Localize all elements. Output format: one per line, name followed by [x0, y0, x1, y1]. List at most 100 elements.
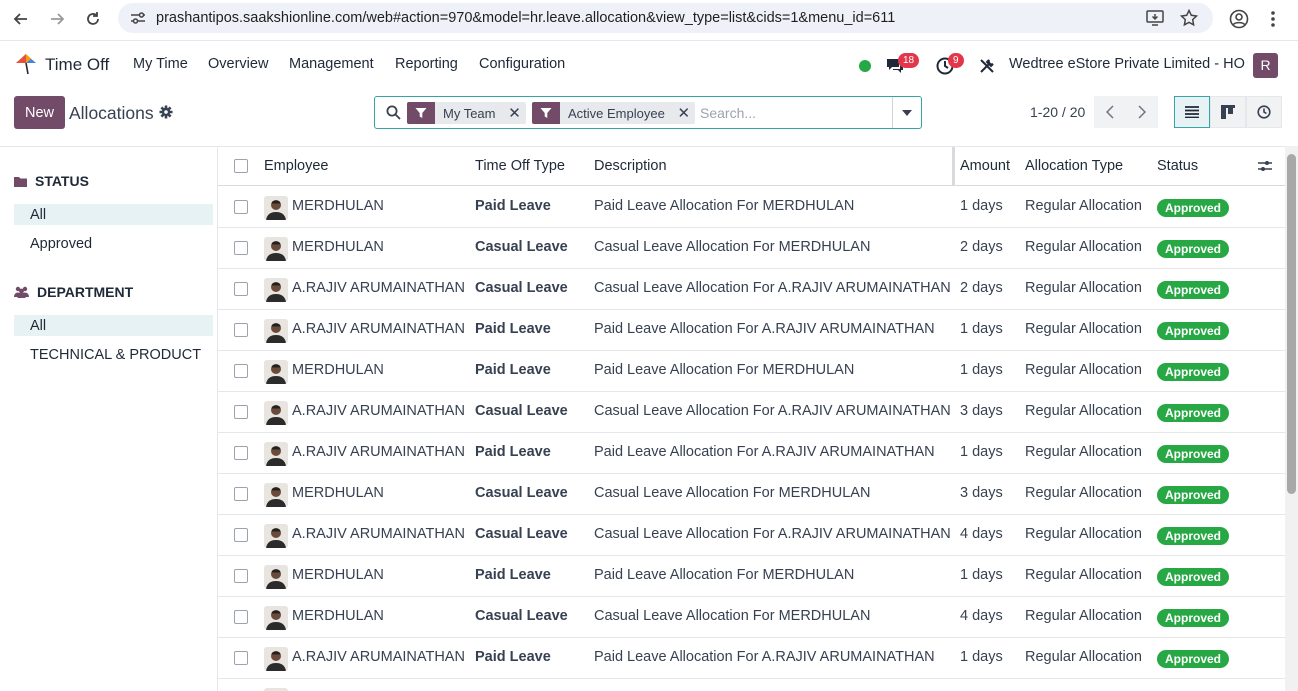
- forward-arrow-icon[interactable]: [45, 7, 69, 31]
- column-resize-handle[interactable]: [952, 147, 955, 186]
- user-avatar[interactable]: R: [1253, 53, 1278, 78]
- table-row[interactable]: MERDHULAN Casual Leave Casual Leave Alloca…: [218, 597, 1285, 638]
- menu-management[interactable]: Management: [289, 56, 374, 72]
- employee-avatar: [264, 442, 288, 466]
- cell-description: Paid Leave Allocation For A.RAJIV ARUMAI…: [594, 321, 935, 337]
- table-row[interactable]: A.RAJIV ARUMAINATHAN Casual Leave Casual L…: [218, 515, 1285, 556]
- browser-menu-icon[interactable]: [1270, 10, 1276, 31]
- status-filter-all[interactable]: All: [14, 204, 213, 225]
- table-row[interactable]: MERDHULAN Casual Leave Casual Leave Alloca…: [218, 474, 1285, 515]
- status-badge: Approved: [1157, 486, 1230, 504]
- app-name[interactable]: Time Off: [45, 55, 109, 75]
- install-app-icon[interactable]: [1146, 10, 1164, 29]
- row-checkbox[interactable]: [234, 446, 248, 460]
- address-bar[interactable]: prashantipos.saakshionline.com/web#actio…: [118, 3, 1213, 33]
- pager-previous-button[interactable]: [1094, 96, 1126, 128]
- department-filter-all[interactable]: All: [14, 315, 213, 336]
- cell-description: Casual Leave Allocation For A.RAJIV ARUM…: [594, 526, 951, 542]
- row-checkbox[interactable]: [234, 405, 248, 419]
- kanban-icon: [1221, 105, 1235, 119]
- cell-allocation-type: Regular Allocation: [1025, 403, 1142, 419]
- cell-employee: A.RAJIV ARUMAINATHAN: [292, 444, 465, 460]
- cell-time-off-type: Casual Leave: [475, 608, 568, 624]
- row-checkbox[interactable]: [234, 323, 248, 337]
- remove-facet-icon[interactable]: ✕: [504, 104, 526, 122]
- select-all-checkbox[interactable]: [234, 159, 248, 173]
- row-checkbox[interactable]: [234, 282, 248, 296]
- header-description[interactable]: Description: [594, 158, 667, 174]
- header-employee[interactable]: Employee: [264, 158, 328, 174]
- table-header: Employee Time Off Type Description Amoun…: [218, 147, 1285, 186]
- section-title-text: STATUS: [35, 173, 89, 189]
- department-section-title: DEPARTMENT: [14, 284, 133, 300]
- cell-time-off-type: Casual Leave: [475, 239, 568, 255]
- table-row-partial[interactable]: [218, 679, 1285, 691]
- row-checkbox[interactable]: [234, 364, 248, 378]
- header-amount[interactable]: Amount: [960, 158, 1010, 174]
- header-time-off-type[interactable]: Time Off Type: [475, 158, 565, 174]
- site-settings-icon[interactable]: [130, 11, 146, 28]
- chevron-right-icon: [1138, 105, 1146, 119]
- menu-overview[interactable]: Overview: [208, 56, 268, 72]
- table-row[interactable]: A.RAJIV ARUMAINATHAN Paid Leave Paid Leave…: [218, 310, 1285, 351]
- optional-columns-icon[interactable]: [1258, 159, 1272, 176]
- debug-tools-icon[interactable]: [978, 57, 996, 78]
- table-row[interactable]: A.RAJIV ARUMAINATHAN Paid Leave Paid Leave…: [218, 638, 1285, 679]
- table-row[interactable]: A.RAJIV ARUMAINATHAN Casual Leave Casual L…: [218, 269, 1285, 310]
- menu-configuration[interactable]: Configuration: [479, 56, 565, 72]
- cell-amount: 1 days: [960, 362, 1003, 378]
- search-icon[interactable]: [386, 105, 401, 123]
- table-row[interactable]: MERDHULAN Paid Leave Paid Leave Allocation…: [218, 556, 1285, 597]
- table-row[interactable]: MERDHULAN Paid Leave Paid Leave Allocation…: [218, 187, 1285, 228]
- row-checkbox[interactable]: [234, 569, 248, 583]
- new-button[interactable]: New: [14, 96, 65, 129]
- employee-avatar: [264, 647, 288, 671]
- gear-icon[interactable]: [159, 105, 173, 122]
- table-row[interactable]: A.RAJIV ARUMAINATHAN Paid Leave Paid Leave…: [218, 433, 1285, 474]
- row-checkbox[interactable]: [234, 241, 248, 255]
- cell-employee: A.RAJIV ARUMAINATHAN: [292, 649, 465, 665]
- status-badge: Approved: [1157, 527, 1230, 545]
- list-view-button[interactable]: [1174, 96, 1210, 128]
- row-checkbox[interactable]: [234, 487, 248, 501]
- cell-employee: A.RAJIV ARUMAINATHAN: [292, 280, 465, 296]
- row-checkbox[interactable]: [234, 610, 248, 624]
- cell-amount: 1 days: [960, 567, 1003, 583]
- department-filter-technical-product[interactable]: TECHNICAL & PRODUCT: [14, 344, 213, 365]
- search-input[interactable]: [700, 103, 890, 123]
- header-status[interactable]: Status: [1157, 158, 1198, 174]
- table-row[interactable]: A.RAJIV ARUMAINATHAN Casual Leave Casual L…: [218, 392, 1285, 433]
- cell-amount: 3 days: [960, 403, 1003, 419]
- cell-description: Casual Leave Allocation For MERDHULAN: [594, 485, 871, 501]
- browser-toolbar: prashantipos.saakshionline.com/web#actio…: [0, 0, 1298, 38]
- bookmark-star-icon[interactable]: [1179, 8, 1199, 30]
- activity-view-button[interactable]: [1246, 96, 1282, 128]
- search-options-toggle[interactable]: [892, 97, 921, 128]
- employee-avatar: [264, 196, 288, 220]
- kanban-view-button[interactable]: [1210, 96, 1246, 128]
- pager-value[interactable]: 1-20 / 20: [1030, 104, 1085, 120]
- status-filter-approved[interactable]: Approved: [14, 233, 213, 254]
- cell-allocation-type: Regular Allocation: [1025, 567, 1142, 583]
- table-row[interactable]: MERDHULAN Paid Leave Paid Leave Allocation…: [218, 351, 1285, 392]
- scrollbar-thumb[interactable]: [1287, 154, 1296, 494]
- list-scrollbar[interactable]: [1285, 146, 1298, 691]
- header-allocation-type[interactable]: Allocation Type: [1025, 158, 1123, 174]
- pager-next-button[interactable]: [1126, 96, 1158, 128]
- table-row[interactable]: MERDHULAN Casual Leave Casual Leave Alloca…: [218, 228, 1285, 269]
- row-checkbox[interactable]: [234, 651, 248, 665]
- menu-reporting[interactable]: Reporting: [395, 56, 458, 72]
- company-switcher[interactable]: Wedtree eStore Private Limited - HO: [1009, 56, 1245, 72]
- row-checkbox[interactable]: [234, 528, 248, 542]
- profile-icon[interactable]: [1229, 9, 1249, 32]
- remove-facet-icon[interactable]: ✕: [673, 104, 695, 122]
- status-badge: Approved: [1157, 322, 1230, 340]
- reload-icon[interactable]: [81, 7, 105, 31]
- back-arrow-icon[interactable]: [9, 7, 33, 31]
- cell-employee: MERDHULAN: [292, 608, 384, 624]
- row-checkbox[interactable]: [234, 200, 248, 214]
- status-badge: Approved: [1157, 240, 1230, 258]
- time-off-app-icon[interactable]: [14, 53, 38, 78]
- employee-avatar: [264, 360, 288, 384]
- menu-my-time[interactable]: My Time: [133, 56, 188, 72]
